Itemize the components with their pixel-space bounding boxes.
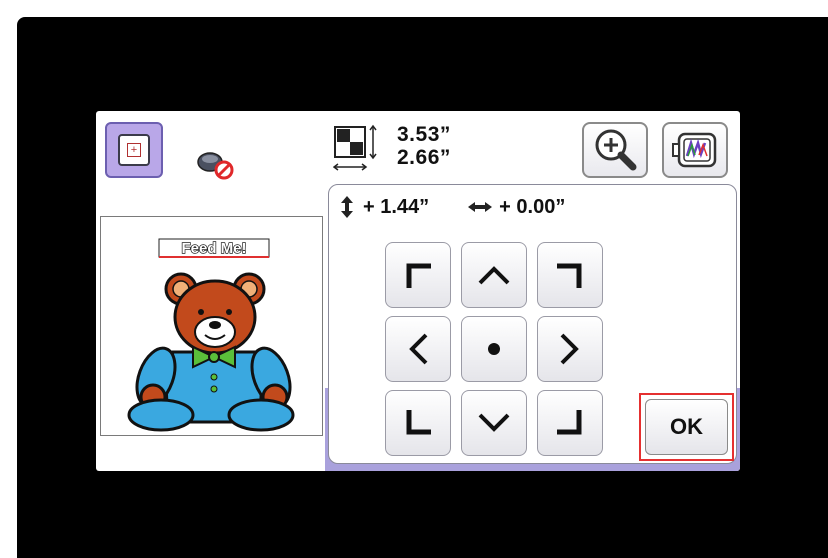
horizontal-offset: + 0.00” [499,195,566,218]
pattern-preview: Feed Me! [100,216,323,436]
corner-up-left-icon [406,263,431,288]
move-up-right-button[interactable] [537,242,603,308]
plus-square-icon: + [118,134,150,166]
size-readout: 3.53” 2.66” [397,123,451,169]
ok-button[interactable]: OK [645,399,728,455]
center-button[interactable] [461,316,527,382]
corner-down-left-icon [406,410,431,435]
move-down-left-button[interactable] [385,390,451,456]
corner-up-right-icon [557,263,582,288]
move-up-left-button[interactable] [385,242,451,308]
move-arrow-grid [385,242,603,456]
banner-text: Feed Me! [181,240,246,257]
horizontal-move-icon [468,202,493,212]
center-dot-icon [488,343,500,355]
hoop-view-button[interactable] [662,122,728,178]
height-value: 3.53” [397,123,451,146]
chevron-right-icon [560,333,579,365]
width-value: 2.66” [397,146,451,169]
chevron-left-icon [409,333,428,365]
offset-readout: + 1.44” + 0.00” [339,195,565,219]
vertical-move-icon [341,196,353,218]
vertical-offset: + 1.44” [363,195,430,218]
chevron-down-icon [478,413,510,432]
chevron-up-icon [478,266,510,285]
thread-spool-no-icon[interactable] [194,148,238,184]
ok-highlight: OK [639,393,734,461]
move-down-right-button[interactable] [537,390,603,456]
magnifier-plus-icon [595,129,637,171]
teddy-bear-embroidery: Feed Me! [127,238,295,432]
embroidery-hoop-icon [672,132,717,168]
layout-button[interactable]: + [105,122,163,178]
pattern-size-icon [333,124,377,171]
move-left-button[interactable] [385,316,451,382]
move-right-button[interactable] [537,316,603,382]
move-up-button[interactable] [461,242,527,308]
move-down-button[interactable] [461,390,527,456]
corner-down-right-icon [557,410,582,435]
lcd-screen: + 3.53” 2.66” Feed Me! + 1.44” + 0.00” O… [96,111,740,471]
zoom-button[interactable] [582,122,648,178]
